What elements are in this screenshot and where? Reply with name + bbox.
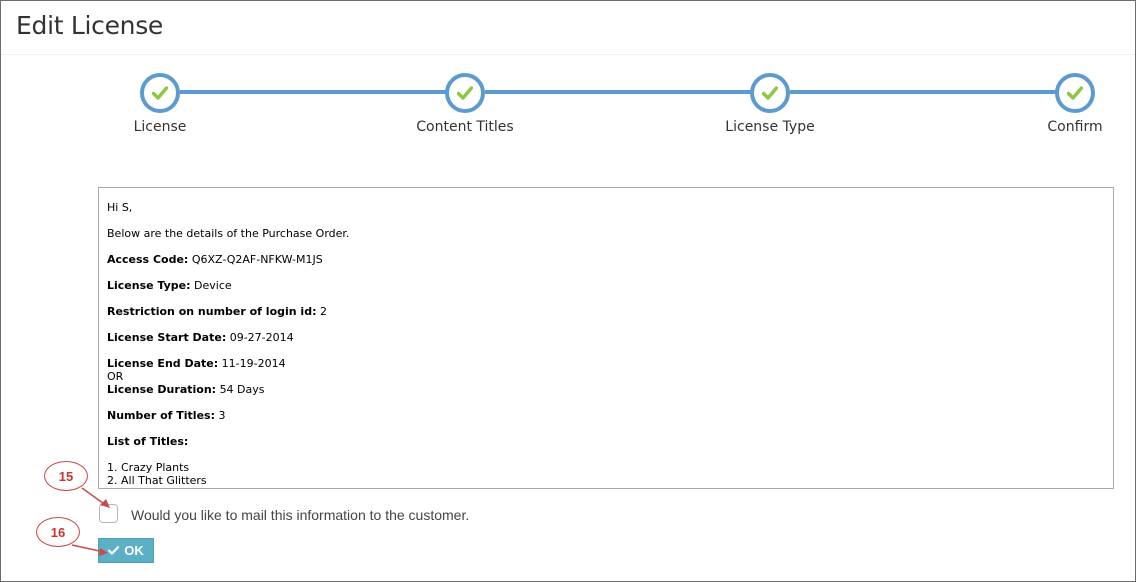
callout-15: 15 xyxy=(44,461,88,491)
callout-arrows xyxy=(71,487,110,556)
callout-16: 16 xyxy=(36,517,80,547)
